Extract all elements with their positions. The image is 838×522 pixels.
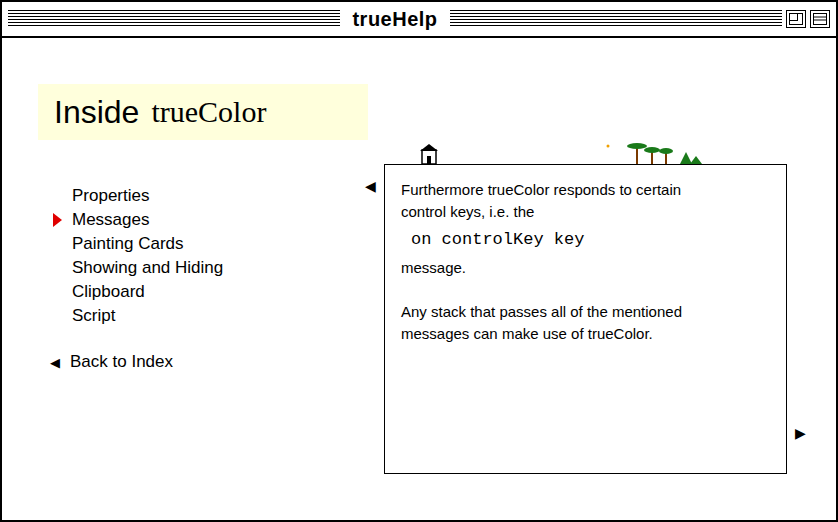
title-bar[interactable]: trueHelp: [2, 2, 836, 38]
back-icon: ◀: [50, 355, 60, 370]
header-name: trueColor: [151, 95, 266, 129]
selection-marker: [38, 309, 72, 323]
selection-marker: [38, 237, 72, 251]
header-prefix: Inside: [54, 94, 139, 131]
menu-item[interactable]: Script: [38, 304, 357, 328]
paragraph: Any stack that passes all of the mention…: [401, 301, 726, 345]
selection-marker: [38, 285, 72, 299]
selection-marker: [38, 261, 72, 275]
topic-menu: Properties Messages Painting Cards Showing …: [38, 184, 357, 328]
marker-icon: [53, 285, 62, 299]
page-stack: Furthermore trueColor responds to certai…: [384, 142, 787, 474]
zoom-box[interactable]: [786, 10, 806, 28]
back-label: Back to Index: [70, 352, 173, 372]
menu-item[interactable]: Clipboard: [38, 280, 357, 304]
selection-marker: [38, 189, 72, 203]
paragraph: message.: [401, 257, 726, 279]
menu-item[interactable]: Properties: [38, 184, 357, 208]
paragraph: Furthermore trueColor responds to certai…: [401, 179, 726, 223]
marker-icon: [53, 213, 62, 227]
landscape-icon: [384, 142, 787, 164]
header-banner: Inside trueColor: [38, 84, 368, 140]
marker-icon: [53, 261, 62, 275]
nav-column: Inside trueColor Properties Messages Paintin…: [2, 38, 357, 520]
window-title: trueHelp: [340, 8, 449, 31]
marker-icon: [53, 237, 62, 251]
prev-button[interactable]: ◀: [357, 142, 384, 194]
page-area: ◀ Furthermore trueColor responds to certa…: [357, 38, 836, 520]
next-icon: ▶: [795, 425, 806, 441]
menu-label: Clipboard: [72, 282, 145, 302]
menu-label: Script: [72, 306, 115, 326]
code-line: on controlKey key: [411, 229, 726, 251]
menu-label: Painting Cards: [72, 234, 184, 254]
collapse-box[interactable]: [810, 10, 830, 28]
menu-label: Properties: [72, 186, 149, 206]
marker-icon: [53, 189, 62, 203]
content: Inside trueColor Properties Messages Paintin…: [2, 38, 836, 520]
prev-icon: ◀: [365, 178, 376, 194]
back-link[interactable]: ◀ Back to Index: [38, 352, 357, 372]
page-card: Furthermore trueColor responds to certai…: [384, 164, 787, 474]
next-button[interactable]: ▶: [787, 142, 814, 441]
menu-item[interactable]: Painting Cards: [38, 232, 357, 256]
title-stripes: [450, 10, 782, 28]
marker-icon: [53, 309, 62, 323]
title-stripes: [8, 10, 340, 28]
menu-item[interactable]: Messages: [38, 208, 357, 232]
help-window: trueHelp Inside trueColor Properties Message…: [0, 0, 838, 522]
menu-label: Messages: [72, 210, 149, 230]
menu-label: Showing and Hiding: [72, 258, 223, 278]
menu-item[interactable]: Showing and Hiding: [38, 256, 357, 280]
collapse-icon: [813, 13, 827, 25]
selection-marker: [38, 213, 72, 227]
zoom-icon: [789, 13, 803, 25]
